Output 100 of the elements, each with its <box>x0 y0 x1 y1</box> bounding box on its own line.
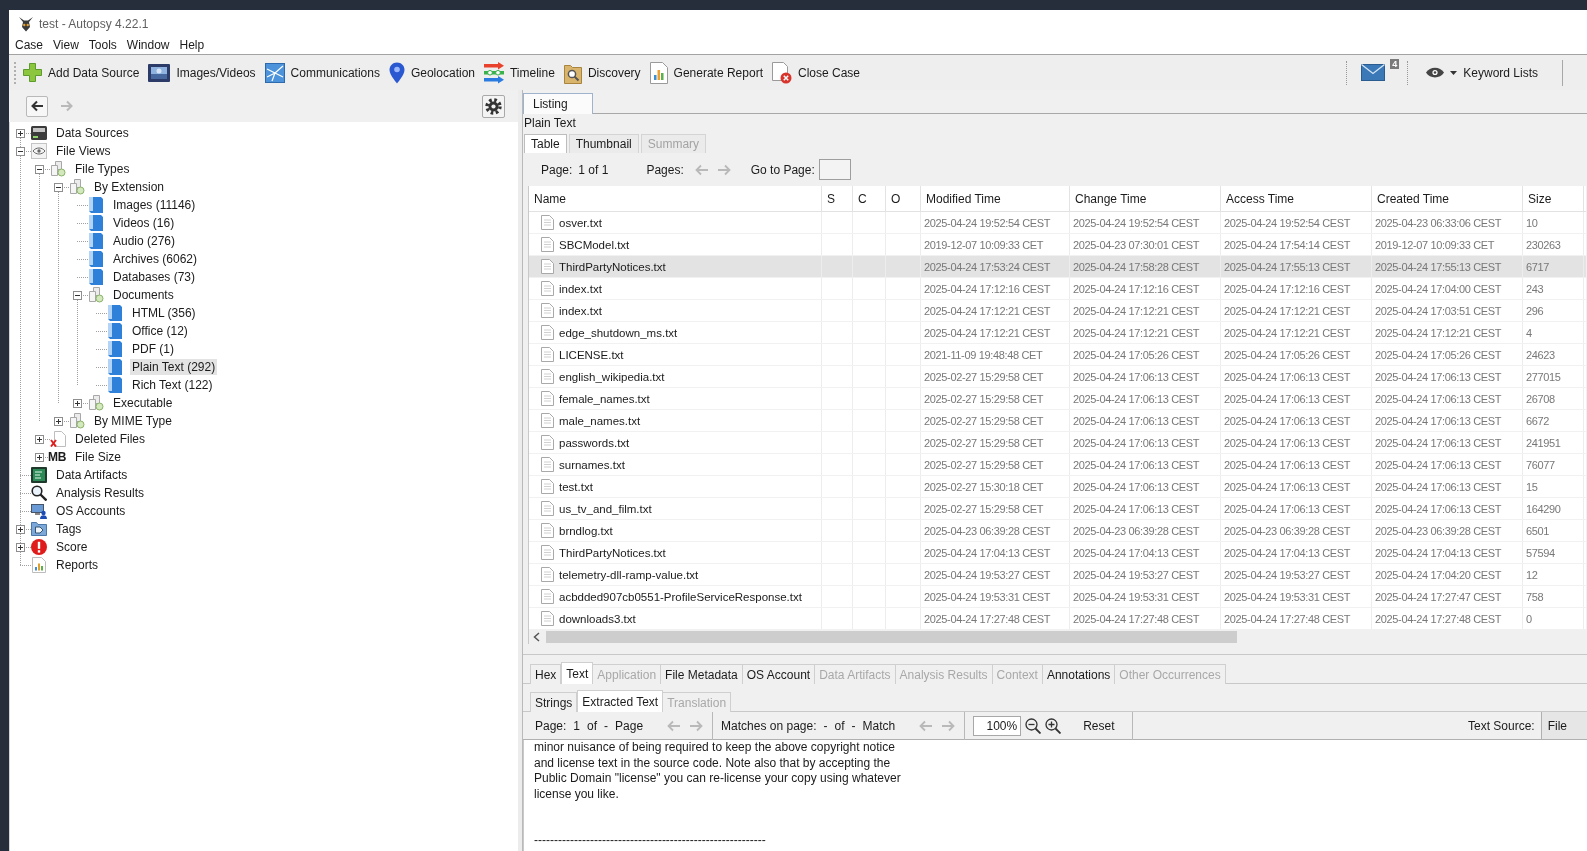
table-row[interactable]: index.txt 2025-04-24 17:12:21 CEST 2025-04-24 17:12:21 CEST 2025-04-24 17:12:21 CEST 2025-04-24 17:03:51 CEST 296 <box>529 300 1586 322</box>
tag-folder-icon <box>31 522 47 536</box>
tree-item[interactable]: Images (11146) <box>111 197 198 213</box>
table-row[interactable]: male_names.txt 2025-02-27 15:29:58 CET 2025-04-24 17:06:13 CEST 2025-04-24 17:06:13 CEST 2025-04-24 17:06:13 CEST 6672 <box>529 410 1586 432</box>
column-header[interactable]: Change Time <box>1070 186 1221 211</box>
settings-button[interactable] <box>482 94 505 118</box>
toolbar-button[interactable]: Geolocation <box>385 58 478 87</box>
tab[interactable]: Table <box>524 134 567 153</box>
tree-item[interactable]: Audio (276) <box>111 233 178 249</box>
back-button[interactable] <box>26 95 48 117</box>
toolbar-button[interactable]: Close Case <box>768 58 863 87</box>
menu-item[interactable]: Window <box>121 37 175 54</box>
tab[interactable]: Text <box>561 662 594 684</box>
toolbar-button[interactable]: Communications <box>261 58 383 87</box>
column-header[interactable]: Size <box>1523 186 1584 211</box>
tree-item[interactable]: Archives (6062) <box>111 251 200 267</box>
column-header[interactable]: C <box>853 186 886 211</box>
tree-toggle-icon[interactable] <box>15 128 25 138</box>
toolbar-button[interactable]: Generate Report <box>646 58 766 87</box>
table-row[interactable]: osver.txt 2025-04-24 19:52:54 CEST 2025-04-24 19:52:54 CEST 2025-04-24 19:52:54 CEST 2025-04-23 06:33:06 CEST 10 <box>529 212 1586 234</box>
tree-item[interactable]: Documents <box>111 287 176 303</box>
tree-item[interactable]: Videos (16) <box>111 215 177 231</box>
tree-item[interactable]: Rich Text (122) <box>130 377 215 393</box>
tree-toggle-icon[interactable] <box>53 416 63 426</box>
zoom-in-icon[interactable] <box>1045 717 1062 734</box>
column-header[interactable]: Created Time <box>1372 186 1523 211</box>
tree-item[interactable]: PDF (1) <box>130 341 176 357</box>
table-row[interactable]: surnames.txt 2025-02-27 15:29:58 CET 2025-04-24 17:06:13 CEST 2025-04-24 17:06:13 CEST 2025-04-24 17:06:13 CEST 76077 <box>529 454 1586 476</box>
tree-toggle-icon[interactable] <box>15 542 25 552</box>
column-header[interactable]: Access Time <box>1221 186 1372 211</box>
tree-item[interactable]: By MIME Type <box>92 413 174 429</box>
table-row[interactable]: brndlog.txt 2025-04-23 06:39:28 CEST 2025-04-23 06:39:28 CEST 2025-04-23 06:39:28 CEST 2025-04-23 06:39:28 CEST 6501 <box>529 520 1586 542</box>
toolbar-button[interactable]: Images/Videos <box>145 58 259 87</box>
tab[interactable]: Extracted Text <box>577 690 664 712</box>
table-row[interactable]: index.txt 2025-04-24 17:12:16 CEST 2025-04-24 17:12:16 CEST 2025-04-24 17:12:16 CEST 2025-04-24 17:04:00 CEST 243 <box>529 278 1586 300</box>
tree-item[interactable]: Plain Text (292) <box>130 359 218 375</box>
toolbar-button[interactable]: Add Data Source <box>20 58 143 87</box>
tree-item[interactable]: File Types <box>73 161 132 177</box>
horizontal-scrollbar[interactable] <box>529 630 1586 644</box>
tree-toggle-icon[interactable] <box>34 452 44 462</box>
table-row[interactable]: acbdded907cb0551-ProfileServiceResponse.txt 2025-04-24 19:53:31 CEST 2025-04-24 19:53:31 CEST 2025-04-24 19:53:31 CEST 2025-04-24 17:27:47 CEST 758 <box>529 586 1586 608</box>
tree-item[interactable]: Office (12) <box>130 323 190 339</box>
tree-toggle-icon[interactable] <box>34 434 44 444</box>
table-row[interactable]: test.txt 2025-02-27 15:30:18 CET 2025-04-24 17:06:13 CEST 2025-04-24 17:06:13 CEST 2025-04-24 17:06:13 CEST 15 <box>529 476 1586 498</box>
tree-item[interactable]: Tags <box>54 521 84 537</box>
tab[interactable]: Strings <box>530 692 578 712</box>
tree-item[interactable]: Data Artifacts <box>54 467 130 483</box>
column-header[interactable]: Modified Time <box>921 186 1070 211</box>
tab[interactable]: Annotations <box>1042 664 1116 684</box>
zoom-field[interactable]: 100% <box>973 715 1022 736</box>
column-header[interactable]: O <box>886 186 921 211</box>
table-row[interactable]: us_tv_and_film.txt 2025-02-27 15:29:58 CET 2025-04-24 17:06:13 CEST 2025-04-24 17:06:13 CEST 2025-04-24 17:06:13 CEST 164290 <box>529 498 1586 520</box>
text-source-dropdown[interactable]: File <box>1540 712 1587 739</box>
menu-item[interactable]: Case <box>10 37 48 54</box>
tree-item[interactable]: Executable <box>111 395 175 411</box>
menu-item[interactable]: Help <box>174 37 210 54</box>
column-header[interactable]: S <box>822 186 853 211</box>
tree-item[interactable]: Data Sources <box>54 125 131 141</box>
tree-toggle-icon[interactable] <box>15 524 25 534</box>
tree-item[interactable]: By Extension <box>92 179 167 195</box>
toolbar-button[interactable]: Discovery <box>560 58 644 87</box>
tree-item[interactable]: Deleted Files <box>73 431 148 447</box>
table-row[interactable]: female_names.txt 2025-02-27 15:29:58 CET 2025-04-24 17:06:13 CEST 2025-04-24 17:06:13 CEST 2025-04-24 17:06:13 CEST 26708 <box>529 388 1586 410</box>
tree-item[interactable]: File Size <box>73 449 123 465</box>
reset-button[interactable]: Reset <box>1075 715 1123 736</box>
keyword-lists-button[interactable]: Keyword Lists <box>1422 62 1542 83</box>
table-row[interactable]: edge_shutdown_ms.txt 2025-04-24 17:12:21 CEST 2025-04-24 17:12:21 CEST 2025-04-24 17:12:21 CEST 2025-04-24 17:12:21 CEST 4 <box>529 322 1586 344</box>
tab[interactable]: Listing <box>523 93 593 114</box>
table-cell: 2025-04-24 17:12:21 CEST <box>1070 300 1221 321</box>
table-row[interactable]: telemetry-dll-ramp-value.txt 2025-04-24 19:53:27 CEST 2025-04-24 19:53:27 CEST 2025-04-24 19:53:27 CEST 2025-04-24 17:04:20 CEST 12 <box>529 564 1586 586</box>
tab[interactable]: Hex <box>530 664 562 684</box>
go-to-page-field[interactable] <box>818 159 851 180</box>
tree-toggle-icon[interactable] <box>53 182 63 192</box>
scroll-left-icon[interactable] <box>533 632 540 642</box>
menu-item[interactable]: Tools <box>83 37 122 54</box>
tree-toggle-icon[interactable] <box>72 398 82 408</box>
tree-item[interactable]: Analysis Results <box>54 485 147 501</box>
table-row[interactable]: LICENSE.txt 2021-11-09 19:48:48 CET 2025-04-24 17:05:26 CEST 2025-04-24 17:05:26 CEST 2025-04-24 17:05:26 CEST 24623 <box>529 344 1586 366</box>
table-row[interactable]: passwords.txt 2025-02-27 15:29:58 CET 2025-04-24 17:06:13 CEST 2025-04-24 17:06:13 CEST 2025-04-24 17:06:13 CEST 241951 <box>529 432 1586 454</box>
tab[interactable]: Thumbnail <box>568 134 639 153</box>
table-row[interactable]: english_wikipedia.txt 2025-02-27 15:29:58 CET 2025-04-24 17:06:13 CEST 2025-04-24 17:06:13 CEST 2025-04-24 17:06:13 CEST 277015 <box>529 366 1586 388</box>
tree-toggle-icon[interactable] <box>34 164 44 174</box>
table-cell: 277015 <box>1523 366 1584 387</box>
column-header[interactable]: Name <box>529 186 822 211</box>
tree-item[interactable]: Score <box>54 539 90 555</box>
tree-item[interactable]: Reports <box>54 557 101 573</box>
table-row[interactable]: ThirdPartyNotices.txt 2025-04-24 17:04:13 CEST 2025-04-24 17:04:13 CEST 2025-04-24 17:04:13 CEST 2025-04-24 17:04:13 CEST 57594 <box>529 542 1586 564</box>
tab[interactable]: File Metadata <box>661 664 743 684</box>
toolbar-button[interactable]: Timeline <box>481 58 558 87</box>
scrollbar-thumb[interactable] <box>546 631 1237 643</box>
tree-item[interactable]: Databases (73) <box>111 269 198 285</box>
menu-item[interactable]: View <box>48 37 84 54</box>
tab[interactable]: OS Account <box>742 664 816 684</box>
tree-item[interactable]: OS Accounts <box>54 503 128 519</box>
tree-item[interactable]: File Views <box>54 143 113 159</box>
tree-item[interactable]: HTML (356) <box>130 305 198 321</box>
table-row[interactable]: ThirdPartyNotices.txt 2025-04-24 17:53:24 CEST 2025-04-24 17:58:28 CEST 2025-04-24 17:55:13 CEST 2025-04-24 17:55:13 CEST 6717 <box>529 256 1586 278</box>
zoom-out-icon[interactable] <box>1025 717 1042 734</box>
tree-toggle-icon[interactable] <box>72 290 82 300</box>
tree-toggle-icon[interactable] <box>15 146 25 156</box>
